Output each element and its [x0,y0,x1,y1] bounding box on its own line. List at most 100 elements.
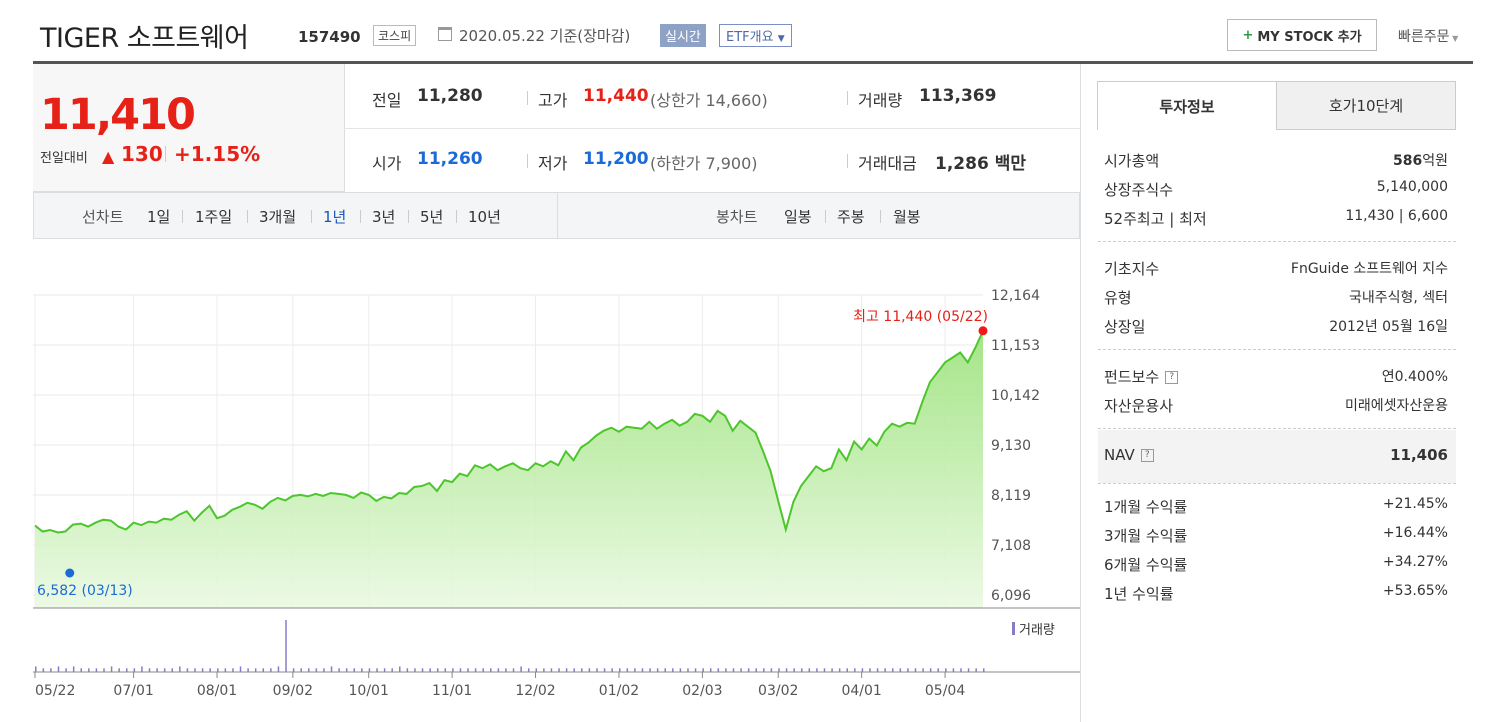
volume-bar [156,668,158,672]
volume-bar [543,668,545,672]
return-1m-label: 1개월 수익률 [1104,498,1188,516]
volume-bar [565,668,568,672]
info-row-52w: 52주최고 | 최저 11,430 | 6,600 [1104,208,1448,229]
divider [880,210,881,223]
divider [311,210,312,223]
add-my-stock-button[interactable]: + MY STOCK 추가 [1227,19,1377,51]
candle-chart-label: 봉차트 [716,208,758,226]
info-row-return-1m: 1개월 수익률 +21.45% [1104,496,1448,517]
info-row-manager: 자산운용사 미래에셋자산운용 [1104,395,1448,416]
tab-3y[interactable]: 3년 [372,206,395,227]
volume-bar [497,668,500,672]
help-icon[interactable]: ? [1165,371,1179,384]
volume-bar [399,666,401,672]
tab-invest-info[interactable]: 투자정보 [1097,81,1277,130]
y-tick-label: 8,119 [991,488,1031,504]
volume-bar [361,668,363,672]
volume-bar [854,668,856,672]
divider [1098,483,1456,484]
volume-bar [573,668,575,672]
volume-bar [95,668,98,672]
y-tick-label: 12,164 [991,288,1040,304]
market-cap-label: 시가총액 [1104,152,1160,170]
return-3m-value: +16.44% [1382,525,1448,541]
volume-bar [254,668,257,672]
shares-value: 5,140,000 [1376,179,1448,195]
tab-1y[interactable]: 1년 [323,206,346,227]
volume-bar [285,620,287,672]
volume-bar [209,668,211,672]
volume-bar [383,668,386,672]
realtime-button[interactable]: 실시간 [660,24,706,47]
volume-bar [239,666,242,672]
tab-daily[interactable]: 일봉 [784,206,812,227]
divider [247,210,248,223]
volume-bar [459,668,462,672]
nav-value: 11,406 [1390,446,1448,464]
info-row-listing: 상장일 2012년 05월 16일 [1104,316,1448,337]
return-1y-value: +53.65% [1382,583,1448,599]
volume-bar [194,668,196,672]
volume-bar [535,668,538,672]
y-axis: 12,164 11,153 10,142 9,130 8,119 7,108 6,096 [991,288,1040,604]
info-row-nav: NAV? 11,406 [1104,446,1448,464]
volume-bar [732,668,735,672]
divider [165,146,166,162]
tab-monthly[interactable]: 월봉 [893,206,921,227]
upper-limit: (상한가 14,660) [650,91,768,110]
listing-value: 2012년 05월 16일 [1329,319,1448,335]
info-row-market-cap: 시가총액 586억원 [1104,150,1448,171]
volume-bar [148,668,151,672]
tab-quote-10[interactable]: 호가10단계 [1276,81,1456,130]
volume-bar [141,666,143,672]
volume-bar [126,668,128,672]
volume-bar [983,668,985,672]
tab-1w[interactable]: 1주일 [195,206,232,227]
divider [456,210,457,223]
tab-5y[interactable]: 5년 [420,206,443,227]
fee-value: 연0.400% [1381,369,1448,385]
lower-limit: (하한가 7,900) [650,154,758,173]
info-row-return-1y: 1년 수익률 +53.65% [1104,583,1448,604]
volume-bar [778,668,780,672]
volume-legend: 거래량 [1019,623,1055,638]
volume-bar [770,668,773,672]
market-cap-number: 586 [1393,153,1423,169]
quick-order-dropdown[interactable]: 빠른주문 ▼ [1398,26,1458,46]
volume-bar [482,668,484,672]
volume-bar [277,666,280,672]
volume-bar [550,668,553,672]
volume-bar [490,668,492,672]
prev-close-label: 전일 [372,91,402,110]
volume-value: 113,369 [919,86,997,106]
divider [360,210,361,223]
info-row-return-3m: 3개월 수익률 +16.44% [1104,525,1448,546]
max-marker [978,326,988,336]
x-tick-label: 09/02 [273,683,313,699]
info-row-fee: 펀드보수? 연0.400% [1104,366,1448,387]
tab-10y[interactable]: 10년 [468,206,501,227]
base-date: 2020.05.22 기준(장마감) [459,27,631,45]
x-tick-label: 05/04 [925,683,965,699]
divider [847,91,848,105]
volume-bar [474,668,477,672]
volume-bar [368,668,371,672]
volume-bar [831,668,833,672]
chevron-down-icon: ▼ [777,34,785,44]
low-value: 11,200 [583,149,649,169]
etf-overview-dropdown[interactable]: ETF개요 ▼ [719,24,792,47]
tab-1d[interactable]: 1일 [147,206,170,227]
return-6m-value: +34.27% [1382,554,1448,570]
help-icon[interactable]: ? [1140,449,1154,462]
volume-bar [793,668,795,672]
return-1m-value: +21.45% [1382,496,1448,512]
volume-bar [201,668,204,672]
tab-3m[interactable]: 3개월 [259,206,296,227]
volume-bar [884,668,886,672]
tab-weekly[interactable]: 주봉 [837,206,865,227]
volume-bar [702,668,704,672]
divider [1098,428,1456,429]
volume-bar [672,668,674,672]
volume-bar [899,668,902,672]
manager-value: 미래에셋자산운용 [1344,398,1448,414]
